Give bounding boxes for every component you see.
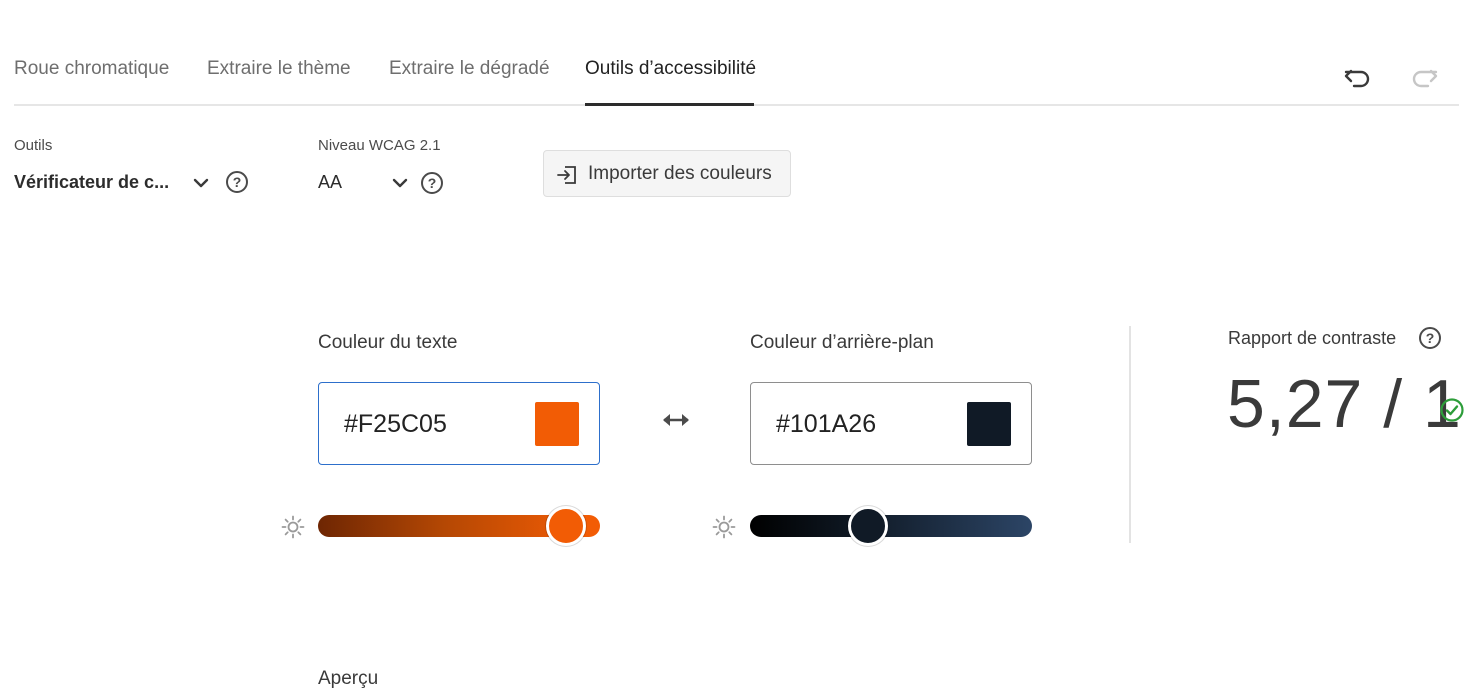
undo-icon xyxy=(1344,69,1370,88)
vertical-divider xyxy=(1129,326,1131,543)
tab-accessibility-tools[interactable]: Outils d’accessibilité xyxy=(585,58,756,80)
active-tab-indicator xyxy=(585,103,754,106)
background-color-swatch[interactable] xyxy=(967,402,1011,446)
redo-button[interactable] xyxy=(1410,62,1440,92)
swap-colors-icon[interactable] xyxy=(660,409,692,431)
text-color-swatch[interactable] xyxy=(535,402,579,446)
chevron-down-icon[interactable] xyxy=(191,173,211,193)
contrast-ratio-label: Rapport de contraste xyxy=(1228,328,1397,348)
background-color-label: Couleur d’arrière-plan xyxy=(750,332,934,353)
import-colors-button[interactable]: Importer des couleurs xyxy=(543,150,791,197)
preview-label: Aperçu xyxy=(318,668,379,689)
contrast-help-icon[interactable]: ? xyxy=(1419,327,1441,349)
background-brightness-slider[interactable] xyxy=(750,506,1032,546)
wcag-label: Niveau WCAG 2.1 xyxy=(318,137,441,154)
text-color-hex-input[interactable] xyxy=(344,410,514,439)
wcag-help-icon[interactable]: ? xyxy=(421,172,443,194)
redo-icon xyxy=(1412,69,1438,88)
tab-extract-gradient[interactable]: Extraire le dégradé xyxy=(389,58,550,80)
text-brightness-thumb[interactable] xyxy=(545,506,586,546)
text-brightness-slider[interactable] xyxy=(318,506,600,546)
tools-label: Outils xyxy=(14,137,53,154)
tab-color-wheel[interactable]: Roue chromatique xyxy=(14,58,169,80)
wcag-picker-value[interactable]: AA xyxy=(318,172,342,193)
background-color-hex-input[interactable] xyxy=(776,410,946,439)
import-colors-label: Importer des couleurs xyxy=(588,163,772,184)
background-color-field[interactable] xyxy=(750,382,1032,465)
contrast-ratio-value: 5,27 / 1 xyxy=(1227,366,1462,442)
tab-bar: Roue chromatique Extraire le thème Extra… xyxy=(14,0,1459,106)
chevron-down-icon[interactable] xyxy=(390,173,410,193)
text-color-label: Couleur du texte xyxy=(318,332,458,353)
text-color-field[interactable] xyxy=(318,382,600,465)
tab-extract-theme[interactable]: Extraire le thème xyxy=(207,58,351,80)
check-circle-icon xyxy=(1440,398,1464,422)
brightness-icon xyxy=(712,515,736,539)
undo-button[interactable] xyxy=(1342,62,1372,92)
tools-picker-value[interactable]: Vérificateur de c... xyxy=(14,172,169,193)
brightness-icon xyxy=(281,515,305,539)
import-icon xyxy=(557,166,576,184)
tools-help-icon[interactable]: ? xyxy=(226,171,248,193)
background-brightness-thumb[interactable] xyxy=(848,506,889,546)
